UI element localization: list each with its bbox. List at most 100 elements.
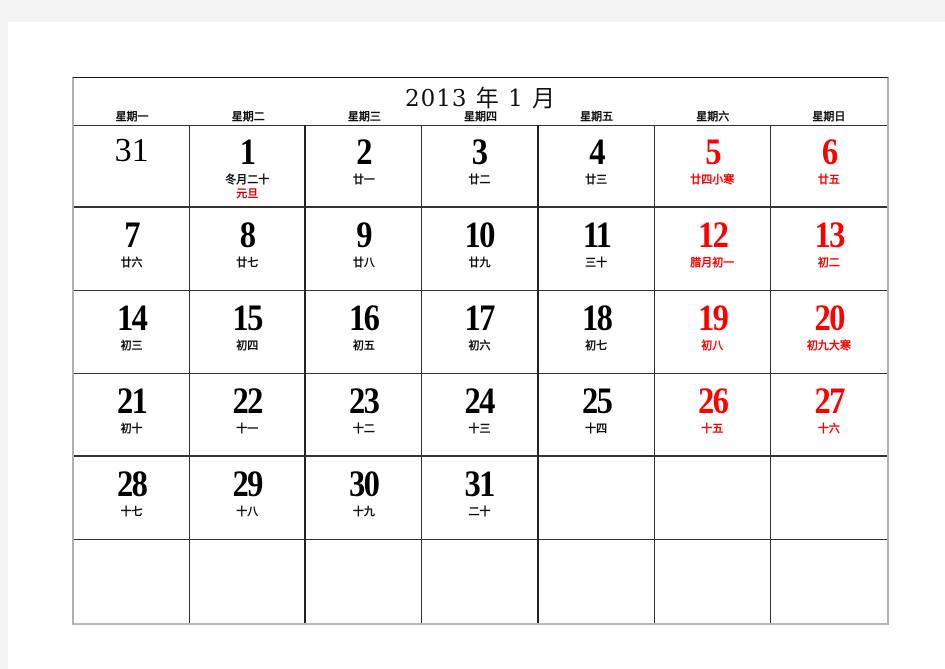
day-cell: 13 初二 [770,208,887,291]
lunar-date: 廿四小寒 [690,173,735,186]
empty-day-cell [422,540,539,623]
lunar-date: 初九大寒 [806,339,851,352]
day-cell: 27 十六 [770,374,887,457]
day-number: 10 [464,215,496,256]
empty-day-cell [654,457,771,540]
day-cell: 23 十二 [306,374,423,457]
lunar-date: 初三 [120,339,143,352]
day-number: 30 [349,464,380,505]
day-number: 24 [464,381,496,422]
lunar-date: 廿二 [468,173,491,186]
day-cell: 2 廿一 [306,125,423,208]
day-number: 23 [349,381,380,422]
lunar-date: 廿六 [120,256,143,269]
lunar-date: 初二 [817,256,840,269]
day-cell: 21 初十 [74,374,191,457]
day-number: 17 [464,298,496,339]
calendar-table: 2013 年 1 月 星期一 星期二 星期三 星期四 星期五 星期六 星期日 3… [72,77,889,625]
day-cell: 8 廿七 [190,208,307,291]
lunar-date: 十五 [701,422,724,435]
lunar-date: 廿八 [352,256,375,269]
day-number: 18 [581,298,613,339]
day-number: 27 [814,381,845,422]
lunar-date: 初八 [701,339,724,352]
day-number: 22 [232,381,264,422]
day-cell: 24 十三 [422,374,539,457]
day-cell: 25 十四 [538,374,655,457]
day-number: 6 [821,132,838,173]
day-cell: 6 廿五 [770,125,887,208]
day-cell: 14 初三 [74,291,191,374]
lunar-date: 廿五 [817,173,840,186]
lunar-date: 廿九 [468,256,491,269]
day-cell: 9 廿八 [306,208,423,291]
day-number: 1 [239,132,256,173]
day-number: 14 [117,298,148,339]
lunar-date: 初六 [468,339,491,352]
day-cell: 29 十八 [190,457,307,540]
day-cell: 12 腊月初一 [654,208,771,291]
lunar-date: 初十 [120,422,143,435]
day-cell: 7 廿六 [74,208,191,291]
day-cell: 4 廿三 [538,125,655,208]
weekday-label: 星期四 [463,110,497,123]
day-cell: 5 廿四小寒 [654,125,771,208]
empty-day-cell [655,540,771,623]
lunar-date: 初五 [352,339,375,352]
day-number: 16 [349,298,380,339]
calendar-header: 2013 年 1 月 星期一 星期二 星期三 星期四 星期五 星期六 星期日 [74,78,887,126]
day-cell: 30 十九 [306,457,423,540]
day-cell: 20 初九大寒 [770,291,887,374]
empty-day-cell [74,540,191,623]
lunar-date: 十八 [236,505,259,518]
day-cell: 10 廿九 [422,208,539,291]
day-cell: 18 初七 [538,291,655,374]
lunar-date: 十六 [817,422,840,435]
day-number: 15 [232,298,264,339]
day-cell: 19 初八 [654,291,771,374]
weekday-label: 星期二 [231,110,265,123]
weekday-label: 星期日 [812,110,846,123]
day-cell: 28 十七 [74,457,191,540]
empty-day-cell [190,540,307,623]
lunar-date: 三十 [585,256,608,269]
calendar-grid: 31 1 冬月二十 元旦 2 廿一 3 廿二 4 廿三 5 廿四小寒 6 廿五 7 廿六 8 廿七 9 廿八 10 廿九 1… [74,125,887,623]
lunar-date: 十九 [352,505,375,518]
day-number: 13 [814,215,845,256]
day-number: 29 [232,464,264,505]
day-cell: 31 二十 [422,457,539,540]
day-cell: 22 十一 [190,374,307,457]
weekday-header-row: 星期一 星期二 星期三 星期四 星期五 星期六 星期日 [74,109,887,125]
empty-day-cell [538,457,655,540]
day-number: 31 [464,464,496,505]
day-number: 2 [356,132,373,173]
weekday-label: 星期一 [115,110,149,123]
lunar-date: 腊月初一 [690,256,735,269]
empty-day-cell [770,457,887,540]
lunar-date: 廿一 [352,173,375,186]
calendar-title: 2013 年 1 月 [404,86,557,112]
day-cell: 16 初五 [306,291,423,374]
day-number: 20 [814,298,845,339]
lunar-date: 初四 [236,339,259,352]
day-number: 7 [124,215,140,256]
day-number: 8 [239,215,256,256]
lunar-date: 十三 [468,422,491,435]
prev-month-day-number: 31 [114,132,149,169]
day-number: 12 [697,215,729,256]
lunar-date: 十七 [120,505,143,518]
day-number: 28 [117,464,148,505]
day-number: 25 [581,381,613,422]
weekday-label: 星期五 [580,110,614,123]
day-cell: 31 [74,125,191,208]
day-number: 26 [697,381,729,422]
day-cell: 15 初四 [190,291,307,374]
day-number: 5 [705,132,721,173]
lunar-date: 十二 [352,422,375,435]
lunar-date: 十一 [236,422,259,435]
lunar-date: 十四 [585,422,608,435]
weekday-label: 星期六 [696,110,730,123]
weekday-label: 星期三 [347,110,381,123]
lunar-date: 初七 [585,339,608,352]
empty-day-cell [306,540,423,623]
